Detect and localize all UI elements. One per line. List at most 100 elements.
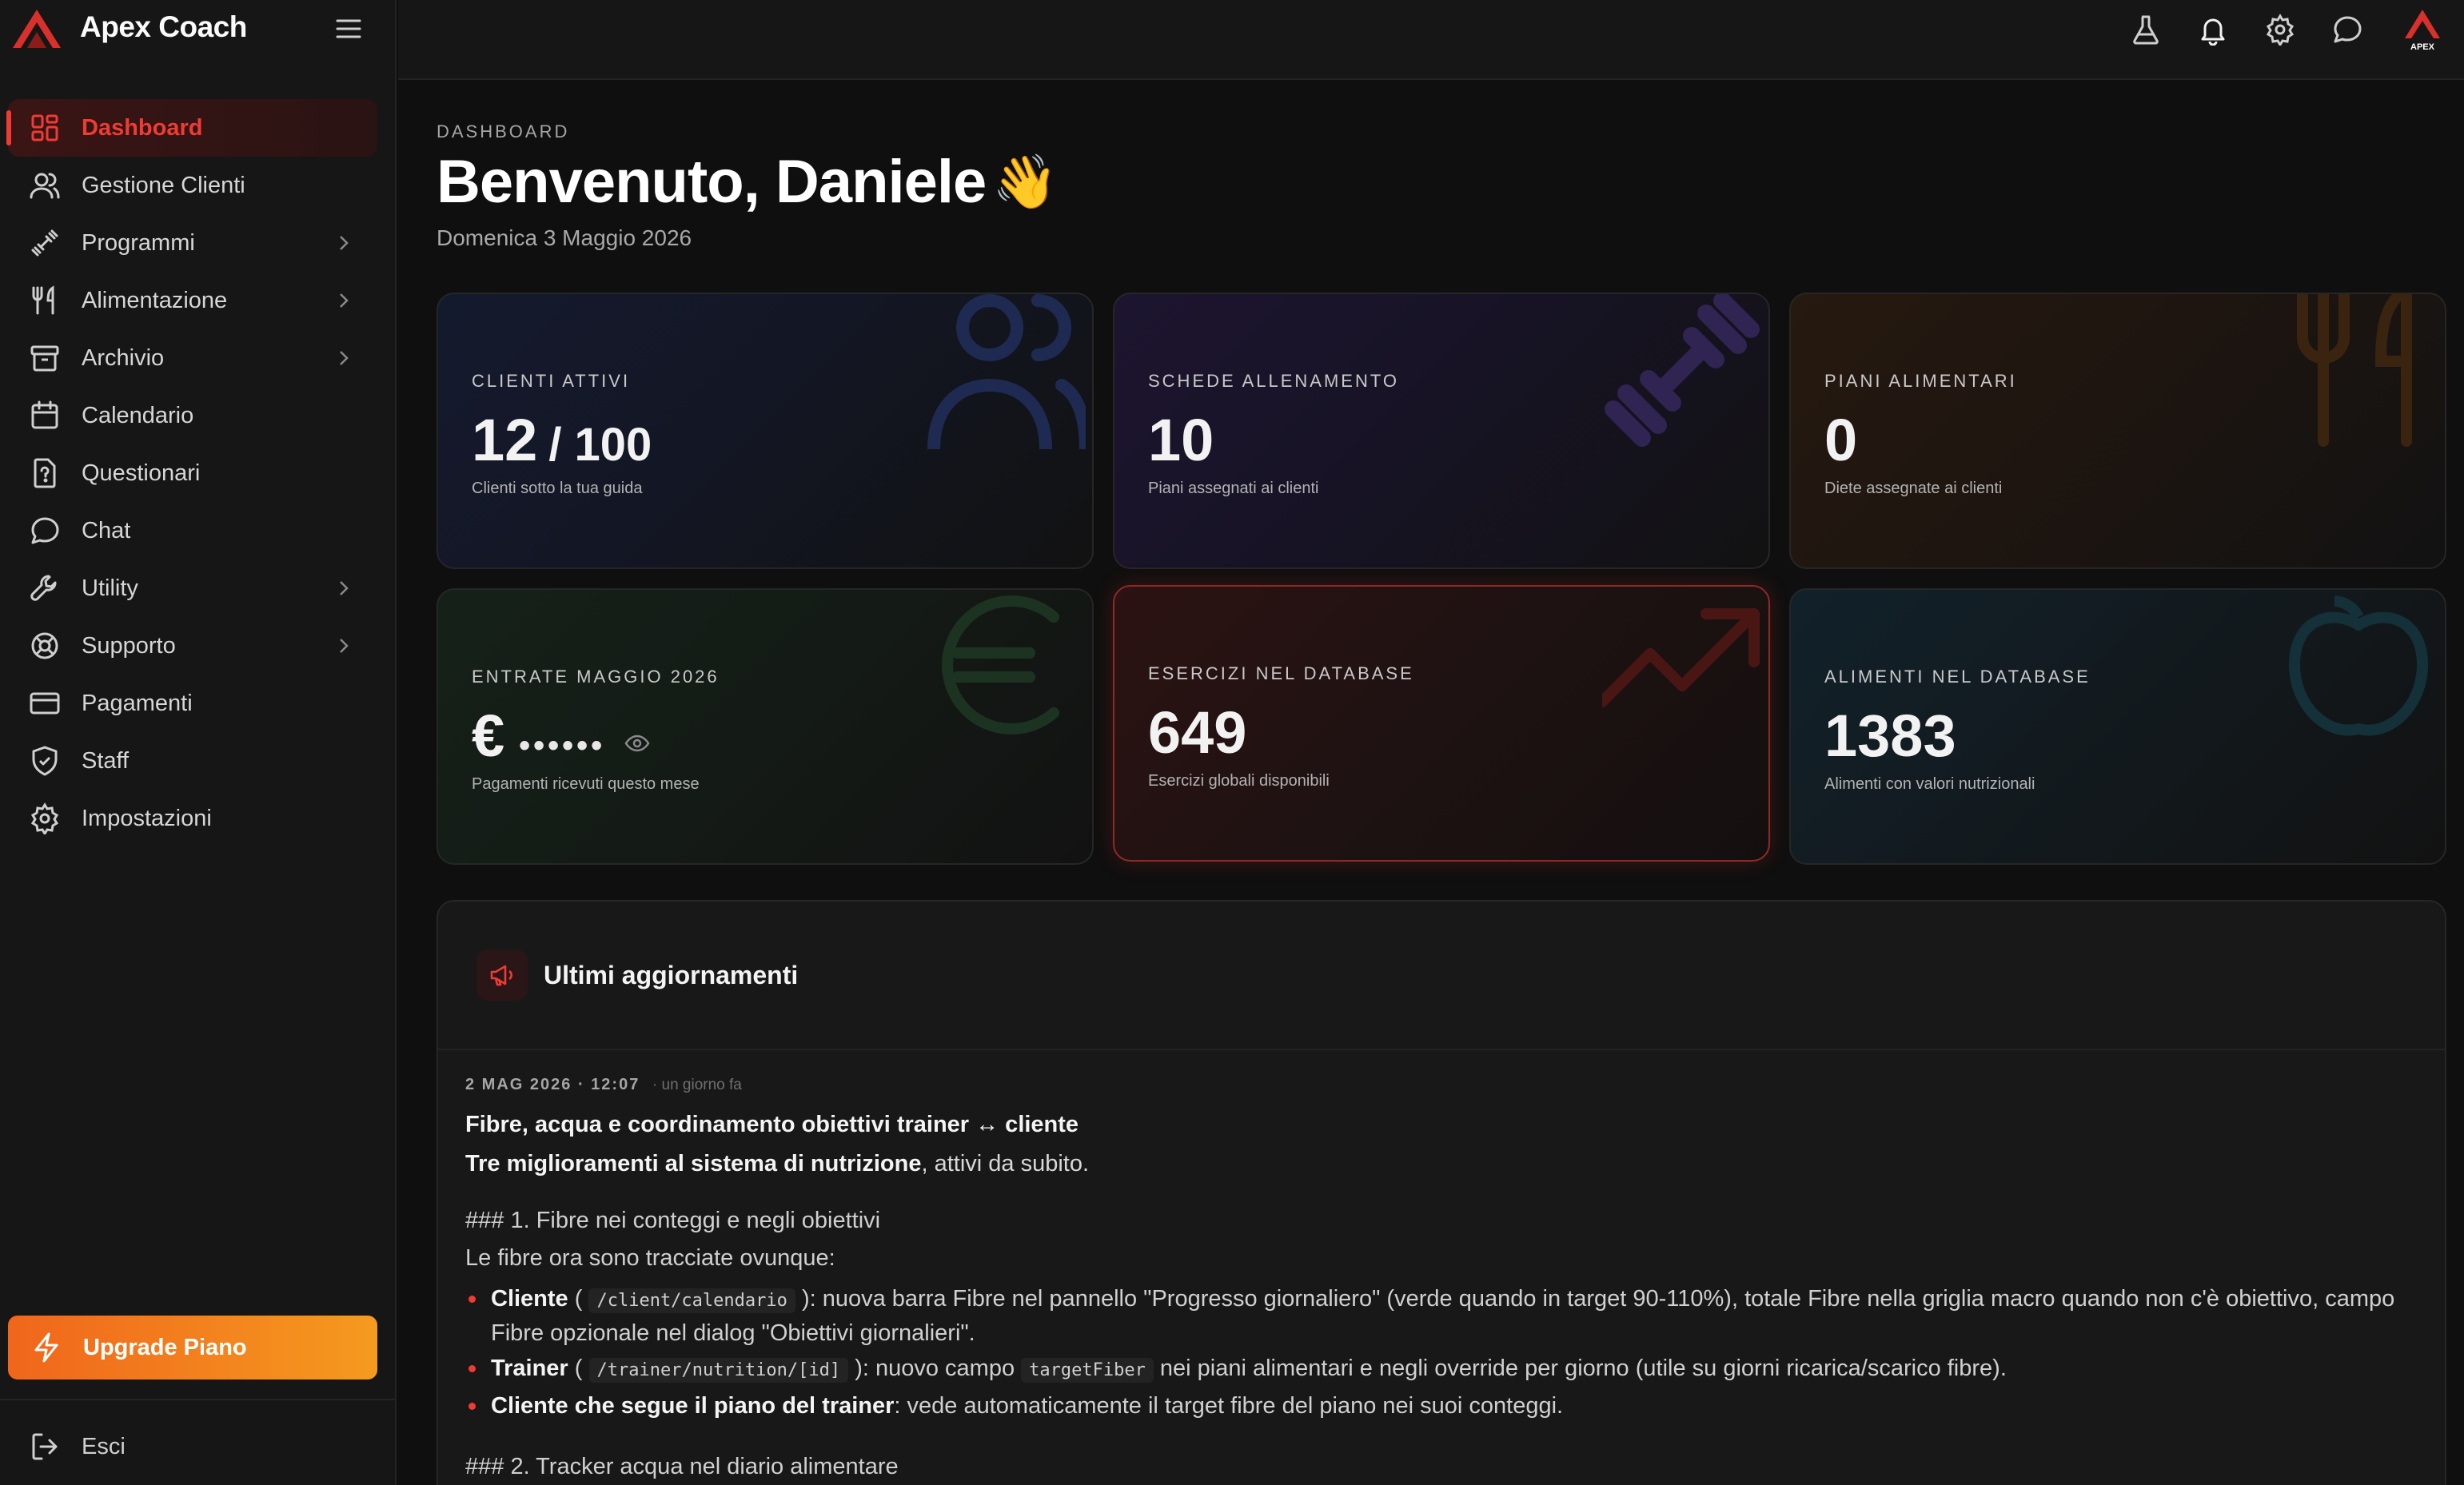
- update-paragraph: Le fibre ora sono tracciate ovunque:: [465, 1245, 835, 1271]
- bullet-text: : vede automaticamente il target fibre d…: [894, 1393, 1564, 1419]
- sidebar-item-clients[interactable]: Gestione Clienti: [8, 157, 377, 214]
- questionnaire-icon: [34, 458, 56, 488]
- sidebar-item-label: Impostazioni: [82, 805, 212, 831]
- stat-description: Esercizi globali disponibili: [1148, 772, 1330, 790]
- stat-number: 649: [1148, 699, 1247, 766]
- sidebar-item-label: Questionari: [82, 460, 201, 486]
- update-section-heading: ### 2. Tracker acqua nel diario alimenta…: [465, 1454, 899, 1479]
- users-icon: [927, 294, 1086, 449]
- updates-header: Ultimi aggiornamenti: [438, 902, 2445, 1050]
- upgrade-plan-button[interactable]: Upgrade Piano: [8, 1316, 377, 1379]
- stat-description: Pagamenti ricevuti questo mese: [472, 775, 700, 793]
- chevron-right-icon: [340, 581, 349, 595]
- sidebar-item-label: Programmi: [82, 229, 195, 256]
- lifebuoy-icon: [31, 632, 58, 659]
- sidebar-item-utility[interactable]: Utility: [8, 559, 377, 617]
- stat-card-clients[interactable]: CLIENTI ATTIVI 12 / 100 Clienti sotto la…: [437, 293, 1094, 569]
- stat-value: 10: [1148, 406, 1214, 474]
- stat-value: 1383: [1824, 702, 1956, 770]
- update-intro-rest: , attivi da subito.: [921, 1151, 1090, 1176]
- sidebar-item-payments[interactable]: Pagamenti: [8, 675, 377, 732]
- inline-code: /client/calendario: [588, 1288, 795, 1313]
- credit-card-icon: [30, 692, 60, 715]
- archive-icon: [30, 345, 59, 372]
- updates-panel: Ultimi aggiornamenti 2 MAG 2026 · 12:07 …: [437, 900, 2446, 1485]
- sidebar-item-programs[interactable]: Programmi: [8, 214, 377, 272]
- inline-code: targetFiber: [1021, 1358, 1154, 1383]
- stat-number: 12: [472, 407, 538, 473]
- stat-card-revenue[interactable]: ENTRATE MAGGIO 2026 € •••••• Pagamenti r…: [437, 588, 1094, 865]
- calendar-icon: [31, 400, 58, 429]
- megaphone-badge: [476, 950, 528, 1001]
- trending-up-icon: [1602, 608, 1760, 707]
- stat-description: Diete assegnate ai clienti: [1824, 480, 2003, 497]
- stat-card-workouts[interactable]: SCHEDE ALLENAMENTO 10 Piani assegnati ai…: [1113, 293, 1770, 569]
- masked-amount: ••••••: [519, 728, 606, 763]
- dashboard-icon: [31, 114, 58, 141]
- update-section-heading: ### 1. Fibre nei conteggi e negli obiett…: [465, 1208, 881, 1233]
- stat-label: CLIENTI ATTIVI: [472, 371, 631, 391]
- bullet-pre: (: [568, 1286, 589, 1312]
- stat-value: 12 / 100: [472, 406, 652, 474]
- chat-icon[interactable]: [2331, 14, 2363, 46]
- stat-description: Alimenti con valori nutrizionali: [1824, 775, 2035, 793]
- list-item: Trainer ( /trainer/nutrition/[id] ): nuo…: [465, 1352, 2432, 1387]
- update-intro: Tre miglioramenti al sistema di nutrizio…: [465, 1151, 2432, 1177]
- stat-label: SCHEDE ALLENAMENTO: [1148, 371, 1400, 391]
- logout-button[interactable]: Esci: [29, 1431, 126, 1463]
- current-date: Domenica 3 Maggio 2026: [437, 225, 692, 250]
- apple-icon: [2289, 595, 2428, 736]
- menu-toggle-icon[interactable]: [333, 13, 365, 45]
- stat-card-foods[interactable]: ALIMENTI NEL DATABASE 1383 Alimenti con …: [1789, 588, 2446, 865]
- brand[interactable]: Apex Coach: [10, 5, 247, 50]
- breadcrumb: DASHBOARD: [437, 121, 570, 141]
- shield-icon: [32, 746, 58, 776]
- chat-icon: [31, 517, 59, 544]
- update-date: 2 MAG 2026 · 12:07: [465, 1076, 640, 1093]
- app-name: Apex Coach: [80, 10, 247, 43]
- sidebar-item-support[interactable]: Supporto: [8, 617, 377, 675]
- stat-label: ENTRATE MAGGIO 2026: [472, 667, 720, 687]
- update-meta: 2 MAG 2026 · 12:07 · un giorno fa: [465, 1076, 2432, 1094]
- stat-number: 1383: [1824, 703, 1956, 769]
- sidebar-item-label: Dashboard: [82, 114, 203, 141]
- sidebar-item-label: Gestione Clienti: [82, 172, 245, 198]
- sidebar-item-chat[interactable]: Chat: [8, 502, 377, 559]
- bullet-bold: Trainer: [491, 1356, 568, 1381]
- dumbbell-icon: [1605, 294, 1760, 447]
- stat-card-meal-plans[interactable]: PIANI ALIMENTARI 0 Diete assegnate ai cl…: [1789, 293, 2446, 569]
- logout-icon: [32, 1433, 58, 1460]
- bell-icon[interactable]: [2197, 14, 2229, 46]
- wrench-icon: [30, 575, 57, 601]
- sidebar-item-nutrition[interactable]: Alimentazione: [8, 272, 377, 329]
- logout-label: Esci: [82, 1433, 126, 1459]
- sidebar-item-label: Chat: [82, 517, 131, 543]
- chevron-right-icon: [340, 351, 349, 365]
- avatar[interactable]: APEX: [2398, 6, 2446, 53]
- wave-emoji: 👋: [992, 151, 1059, 211]
- gear-icon[interactable]: [2264, 14, 2296, 46]
- sidebar: Apex Coach Dashboard Gestione Clienti Pr…: [0, 0, 397, 1485]
- sidebar-item-calendar[interactable]: Calendario: [8, 387, 377, 444]
- chevron-right-icon: [340, 293, 349, 308]
- flask-icon[interactable]: [2130, 14, 2162, 46]
- sidebar-item-questionnaires[interactable]: Questionari: [8, 444, 377, 502]
- utensils-icon: [2297, 294, 2412, 447]
- stat-label: PIANI ALIMENTARI: [1824, 371, 2017, 391]
- sidebar-divider: [0, 1399, 397, 1400]
- sidebar-item-label: Alimentazione: [82, 287, 228, 313]
- sidebar-item-settings[interactable]: Impostazioni: [8, 790, 377, 847]
- stat-value: 0: [1824, 406, 1857, 474]
- stat-number: 10: [1148, 407, 1214, 473]
- list-item: Cliente ( /client/calendario ): nuova ba…: [465, 1283, 2432, 1349]
- users-icon: [30, 173, 60, 199]
- sidebar-item-archive[interactable]: Archivio: [8, 329, 377, 387]
- stat-value: € ••••••: [472, 702, 650, 770]
- stat-label: ESERCIZI NEL DATABASE: [1148, 663, 1414, 683]
- update-relative-time: · un giorno fa: [652, 1077, 742, 1093]
- stat-card-exercises[interactable]: ESERCIZI NEL DATABASE 649 Esercizi globa…: [1113, 585, 1770, 862]
- eye-icon[interactable]: [624, 731, 650, 756]
- sidebar-item-dashboard[interactable]: Dashboard: [6, 99, 377, 157]
- sidebar-item-staff[interactable]: Staff: [8, 732, 377, 790]
- euro-icon: [942, 595, 1059, 735]
